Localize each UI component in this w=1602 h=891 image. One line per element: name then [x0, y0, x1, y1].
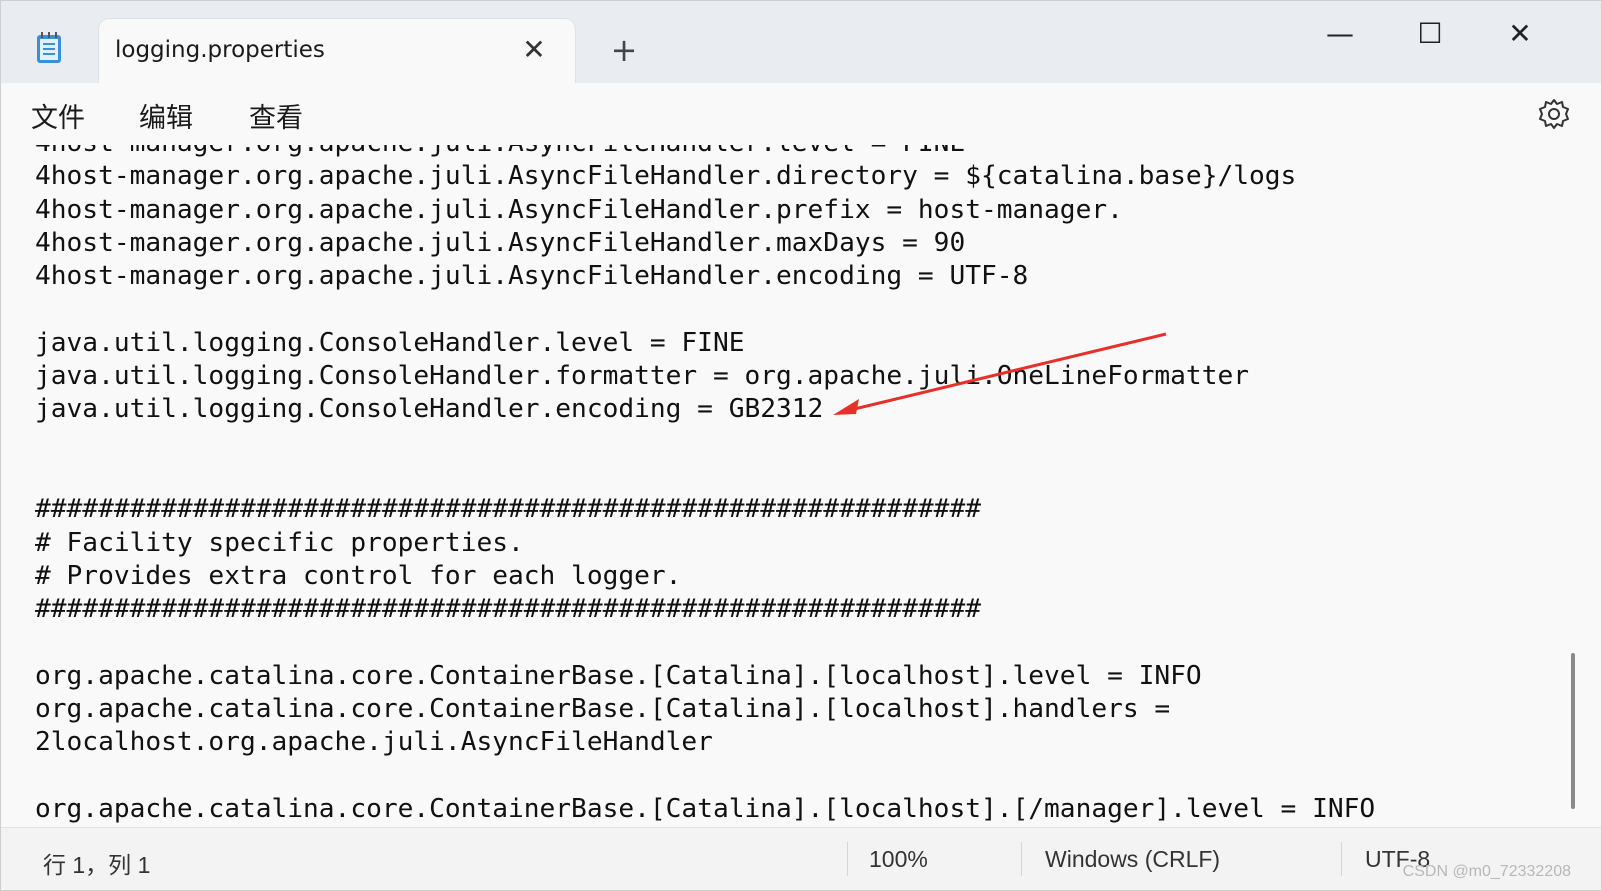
code-line: 4host-manager.org.apache.juli.AsyncFileH…	[35, 194, 1123, 225]
status-divider	[1021, 842, 1022, 876]
notepad-icon	[37, 32, 61, 63]
line-ending[interactable]: Windows (CRLF)	[1045, 846, 1220, 873]
code-line: org.apache.catalina.core.ContainerBase.[…	[35, 694, 1171, 725]
code-line: ########################################…	[35, 494, 981, 525]
cursor-position[interactable]: 行 1，列 1	[43, 846, 150, 880]
code-line: # Facility specific properties.	[35, 527, 524, 558]
code-line: org.apache.catalina.core.ContainerBase.[…	[35, 793, 1376, 824]
menu-view[interactable]: 查看	[249, 96, 303, 135]
vertical-scrollbar[interactable]	[1571, 653, 1575, 809]
status-divider	[847, 842, 848, 876]
zoom-level[interactable]: 100%	[869, 846, 928, 873]
code-line: 4host-manager.org.apache.juli.AsyncFileH…	[35, 227, 966, 258]
code-line: # Provides extra control for each logger…	[35, 560, 682, 591]
editor-content[interactable]: 4host-manager.org.apache.juli.AsyncFileH…	[35, 145, 1375, 826]
menu-bar: 文件 编辑 查看	[1, 83, 1601, 145]
minimize-button[interactable]: —	[1317, 11, 1363, 57]
code-line: java.util.logging.ConsoleHandler.formatt…	[35, 361, 1249, 392]
watermark: CSDN @m0_72332208	[1402, 863, 1571, 880]
title-bar: logging.properties ✕ + — ☐ ✕	[1, 1, 1601, 83]
gear-icon[interactable]	[1537, 97, 1571, 131]
tab-close-icon[interactable]: ✕	[517, 33, 551, 67]
code-line: 4host-manager.org.apache.juli.AsyncFileH…	[35, 261, 1029, 292]
status-bar: 行 1，列 1 100% Windows (CRLF) UTF-8 CSDN @…	[1, 827, 1601, 890]
tab-logging-properties[interactable]: logging.properties ✕	[99, 19, 575, 83]
code-line: java.util.logging.ConsoleHandler.encodin…	[35, 394, 824, 425]
text-editor[interactable]: 4host-manager.org.apache.juli.AsyncFileH…	[1, 145, 1583, 827]
code-line: 4host-manager.org.apache.juli.AsyncFileH…	[35, 145, 1375, 160]
close-button[interactable]: ✕	[1497, 11, 1543, 57]
code-line: 4host-manager.org.apache.juli.AsyncFileH…	[35, 161, 1297, 192]
menu-file[interactable]: 文件	[31, 96, 85, 135]
menu-edit[interactable]: 编辑	[139, 96, 193, 135]
code-line: 2localhost.org.apache.juli.AsyncFileHand…	[35, 727, 713, 758]
status-divider	[1341, 842, 1342, 876]
new-tab-button[interactable]: +	[607, 33, 641, 67]
code-line: ########################################…	[35, 594, 981, 625]
notepad-window: logging.properties ✕ + — ☐ ✕ 文件 编辑 查看 4h…	[0, 0, 1602, 891]
code-line: org.apache.catalina.core.ContainerBase.[…	[35, 660, 1202, 691]
maximize-button[interactable]: ☐	[1407, 11, 1453, 57]
code-line: java.util.logging.ConsoleHandler.level =…	[35, 327, 745, 358]
tab-title: logging.properties	[115, 37, 325, 63]
